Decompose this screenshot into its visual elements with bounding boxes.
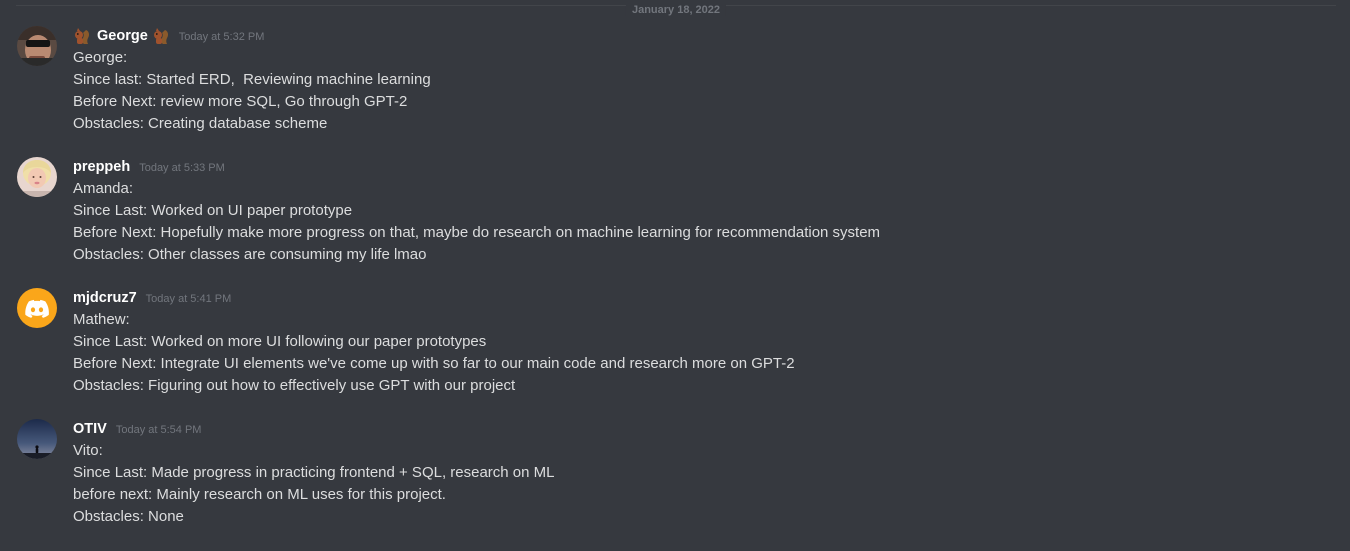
message-line: Vito:	[73, 442, 103, 459]
chat-messages: January 18, 2022 George Today at 5:32 PM…	[0, 0, 1350, 551]
message-content: Mathew: Since Last: Worked on more UI fo…	[73, 309, 795, 397]
date-divider: January 18, 2022	[16, 4, 1336, 16]
message-header: preppeh Today at 5:33 PM	[73, 156, 225, 178]
message-line: Since Last: Made progress in practicing …	[73, 464, 555, 481]
username[interactable]: OTIV	[73, 421, 107, 437]
message-line: Before Next: review more SQL, Go through…	[73, 93, 408, 110]
message-header: mjdcruz7 Today at 5:41 PM	[73, 287, 231, 309]
message-line: Before Next: Hopefully make more progres…	[73, 224, 881, 241]
message-line: Obstacles: Creating database scheme	[73, 115, 328, 132]
message-line: Obstacles: Other classes are consuming m…	[73, 246, 427, 263]
avatar-preppeh-image	[17, 157, 57, 197]
username[interactable]: preppeh	[73, 159, 130, 175]
message-line: Amanda:	[73, 180, 134, 197]
squirrel-emoji-icon	[73, 27, 91, 45]
message-timestamp[interactable]: Today at 5:41 PM	[146, 291, 232, 305]
message-line: George:	[73, 49, 128, 66]
message-line: Mathew:	[73, 311, 130, 328]
message-header: OTIV Today at 5:54 PM	[73, 418, 201, 440]
username[interactable]: George	[97, 28, 148, 44]
message-line: Since Last: Worked on more UI following …	[73, 333, 487, 350]
message-timestamp[interactable]: Today at 5:33 PM	[139, 160, 225, 174]
date-divider-label: January 18, 2022	[625, 4, 727, 16]
message-header: George Today at 5:32 PM	[73, 25, 264, 47]
user-avatar[interactable]	[17, 26, 57, 66]
message-line: Since Last: Worked on UI paper prototype	[73, 202, 353, 219]
message-line: before next: Mainly research on ML uses …	[73, 486, 446, 503]
message-content: George: Since last: Started ERD, Reviewi…	[73, 47, 431, 135]
message-content: Vito: Since Last: Made progress in pract…	[73, 440, 555, 528]
user-avatar[interactable]	[17, 157, 57, 197]
message-line: Obstacles: None	[73, 508, 184, 525]
message-line: Obstacles: Figuring out how to effective…	[73, 377, 516, 394]
message-timestamp[interactable]: Today at 5:32 PM	[179, 29, 265, 43]
avatar-george-image	[17, 26, 57, 66]
message-timestamp[interactable]: Today at 5:54 PM	[116, 422, 202, 436]
user-avatar[interactable]	[17, 288, 57, 328]
discord-logo-icon	[25, 299, 49, 318]
squirrel-emoji-icon	[152, 27, 170, 45]
username[interactable]: mjdcruz7	[73, 290, 137, 306]
message-line: Before Next: Integrate UI elements we've…	[73, 355, 795, 372]
message-line: Since last: Started ERD, Reviewing machi…	[73, 71, 431, 88]
user-avatar[interactable]	[17, 419, 57, 459]
message-content: Amanda: Since Last: Worked on UI paper p…	[73, 178, 880, 266]
avatar-otiv-image	[17, 419, 57, 459]
